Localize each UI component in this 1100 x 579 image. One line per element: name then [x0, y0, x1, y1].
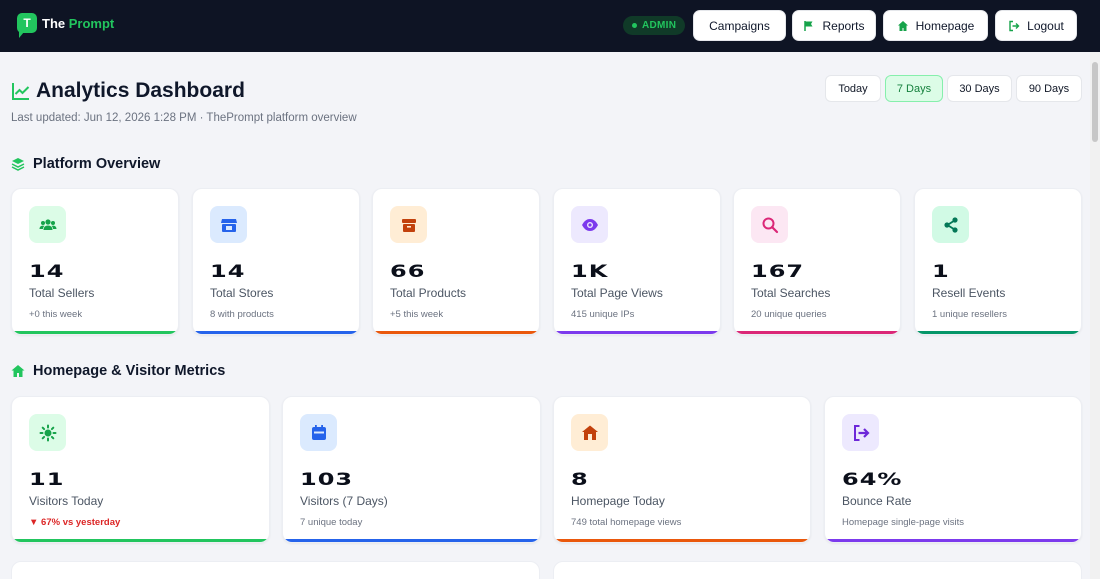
stat-label: Bounce Rate	[842, 494, 912, 508]
stat-card-homepage-today[interactable]: 8 Homepage Today 749 total homepage view…	[553, 396, 811, 543]
admin-badge: ADMIN	[623, 16, 686, 35]
stat-value: 11	[29, 469, 65, 490]
reports-button-label: Reports	[822, 18, 865, 33]
campaigns-button-label: Campaigns	[709, 18, 770, 33]
range-90-days-button[interactable]: 90 Days	[1016, 75, 1082, 102]
logout-button-label: Logout	[1027, 18, 1064, 33]
visitor-metrics-heading: Homepage & Visitor Metrics	[11, 363, 225, 379]
stat-card-resell-events[interactable]: 1 Resell Events 1 unique resellers	[914, 188, 1082, 335]
exit-icon	[842, 414, 879, 451]
stat-trend-down: ▼ 67% vs yesterday	[29, 517, 121, 528]
stat-card-visitors-today[interactable]: 11 Visitors Today ▼ 67% vs yesterday	[11, 396, 270, 543]
sun-icon	[29, 414, 66, 451]
logo-badge: T	[17, 13, 37, 38]
users-icon	[29, 206, 66, 243]
next-section-card-left	[11, 561, 540, 579]
stat-value: 8	[571, 469, 589, 490]
stat-card-total-sellers[interactable]: 14 Total Sellers +0 this week	[11, 188, 179, 335]
stat-value: 14	[210, 261, 246, 282]
logout-icon	[1008, 20, 1020, 32]
stat-card-total-stores[interactable]: 14 Total Stores 8 with products	[192, 188, 360, 335]
stat-label: Resell Events	[932, 286, 1006, 300]
range-7-days-button[interactable]: 7 Days	[885, 75, 943, 102]
flag-icon	[803, 20, 815, 32]
stat-card-visitors-7-days[interactable]: 103 Visitors (7 Days) 7 unique today	[282, 396, 541, 543]
stat-label: Total Page Views	[571, 286, 663, 300]
page-scrollbar[interactable]	[1090, 52, 1100, 579]
homepage-button-label: Homepage	[915, 18, 975, 33]
admin-badge-label: ADMIN	[642, 20, 677, 31]
top-navbar: T The Prompt ADMIN Campaigns Reports Hom…	[0, 0, 1100, 52]
stat-card-total-products[interactable]: 66 Total Products +5 this week	[372, 188, 540, 335]
stat-subtext: Homepage single-page visits	[842, 517, 964, 528]
app-logo[interactable]: T The Prompt	[17, 13, 115, 38]
stat-subtext: +0 this week	[29, 309, 83, 320]
campaigns-button[interactable]: Campaigns	[693, 10, 786, 41]
stat-subtext: 749 total homepage views	[571, 517, 682, 528]
stat-subtext: +5 this week	[390, 309, 444, 320]
stat-value: 103	[300, 469, 354, 490]
stat-subtext: 415 unique IPs	[571, 309, 635, 320]
homepage-button[interactable]: Homepage	[883, 10, 988, 41]
card-accent-bar	[283, 539, 540, 542]
range-30-days-button[interactable]: 30 Days	[947, 75, 1012, 102]
stat-card-bounce-rate[interactable]: 64% Bounce Rate Homepage single-page vis…	[824, 396, 1082, 543]
layers-icon	[11, 157, 25, 171]
stat-subtext: 8 with products	[210, 309, 274, 320]
stat-value: 64%	[842, 469, 903, 490]
stat-card-total-page-views[interactable]: 1K Total Page Views 415 unique IPs	[553, 188, 721, 335]
box-icon	[390, 206, 427, 243]
stat-value: 1K	[571, 261, 609, 282]
next-section-card-right	[553, 561, 1082, 579]
house-icon	[571, 414, 608, 451]
calendar-icon	[300, 414, 337, 451]
reports-button[interactable]: Reports	[792, 10, 876, 41]
card-accent-bar	[12, 331, 178, 334]
stat-label: Visitors Today	[29, 494, 104, 508]
stat-label: Total Products	[390, 286, 467, 300]
stat-label: Total Sellers	[29, 286, 95, 300]
last-updated-text: Last updated: Jun 12, 2026 1:28 PM · The…	[11, 112, 357, 124]
scrollbar-thumb[interactable]	[1092, 62, 1098, 142]
card-accent-bar	[554, 539, 810, 542]
card-accent-bar	[825, 539, 1081, 542]
home-icon	[897, 20, 909, 32]
logout-button[interactable]: Logout	[995, 10, 1077, 41]
share-icon	[932, 206, 969, 243]
card-accent-bar	[915, 331, 1081, 334]
stat-label: Total Stores	[210, 286, 274, 300]
stat-subtext: 1 unique resellers	[932, 309, 1007, 320]
stat-value: 14	[29, 261, 65, 282]
platform-overview-heading: Platform Overview	[11, 156, 160, 172]
stat-label: Total Searches	[751, 286, 831, 300]
stat-label: Visitors (7 Days)	[300, 494, 388, 508]
logo-text-part1: The	[42, 15, 66, 31]
page-title: Analytics Dashboard	[36, 79, 245, 102]
stat-value: 66	[390, 261, 426, 282]
card-accent-bar	[193, 331, 359, 334]
eye-icon	[571, 206, 608, 243]
card-accent-bar	[12, 539, 269, 542]
card-accent-bar	[734, 331, 900, 334]
range-today-button[interactable]: Today	[825, 75, 881, 102]
logo-text-part2: Prompt	[68, 15, 115, 31]
search-icon	[751, 206, 788, 243]
stat-label: Homepage Today	[571, 494, 665, 508]
stat-subtext: 20 unique queries	[751, 309, 827, 320]
store-icon	[210, 206, 247, 243]
stat-card-total-searches[interactable]: 167 Total Searches 20 unique queries	[733, 188, 901, 335]
chart-line-icon	[11, 81, 31, 101]
status-dot-icon	[632, 23, 637, 28]
card-accent-bar	[554, 331, 720, 334]
stat-value: 1	[932, 261, 950, 282]
stat-value: 167	[751, 261, 805, 282]
home-icon	[11, 364, 25, 378]
stat-subtext: 7 unique today	[300, 517, 363, 528]
card-accent-bar	[373, 331, 539, 334]
